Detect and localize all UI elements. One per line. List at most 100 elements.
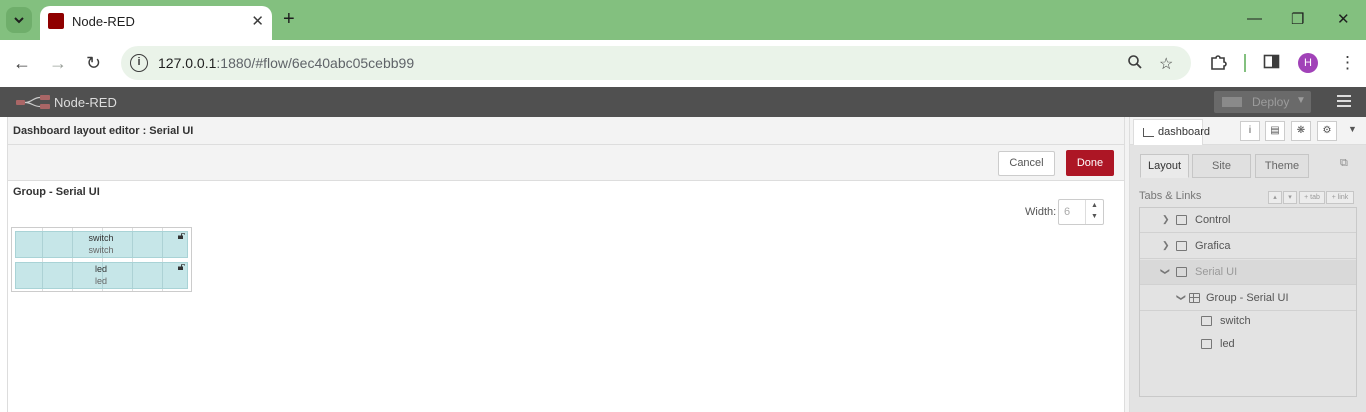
browser-tab-strip: Node-RED ✕ + — ❐ ✕	[0, 0, 1366, 40]
tab-close-icon[interactable]: ✕	[251, 12, 264, 30]
url-host: 127.0.0.1	[158, 55, 217, 71]
tabs-links-heading: Tabs & Links	[1139, 190, 1202, 202]
unlock-icon[interactable]	[178, 264, 185, 270]
image-icon	[1201, 339, 1212, 349]
profile-avatar[interactable]: H	[1298, 53, 1318, 73]
restore-button[interactable]: ❐	[1291, 10, 1304, 28]
new-tab-button[interactable]: +	[283, 9, 295, 29]
toolbar-separator	[1244, 54, 1246, 72]
tree-item-label: Grafica	[1195, 240, 1231, 252]
layout-grid: switch switch led led	[11, 227, 192, 292]
bookmark-star-icon[interactable]: ☆	[1159, 54, 1173, 74]
tab-dashboard-label: dashboard	[1158, 126, 1210, 138]
browser-tab[interactable]: Node-RED ✕	[40, 6, 272, 40]
tree-item-label: Serial UI	[1195, 266, 1238, 278]
tab-title: Node-RED	[72, 14, 135, 29]
tree-item-group[interactable]: ❯ Group - Serial UI	[1140, 286, 1356, 311]
sidebar-tab-bar: dashboard i ▤ ❋ ⚙ ▼	[1130, 117, 1366, 145]
tab-theme[interactable]: Theme	[1255, 154, 1309, 178]
done-button[interactable]: Done	[1066, 150, 1114, 176]
url-path: :1880/#flow/6ec40abc05cebb99	[216, 55, 415, 71]
minimize-button[interactable]: —	[1247, 10, 1262, 27]
tab-layout[interactable]: Layout	[1140, 154, 1189, 178]
tabs-tree: ❯ Control ❯ Grafica ❯ Serial UI ❯ Group …	[1139, 207, 1357, 397]
widget-led[interactable]: led led	[15, 262, 188, 289]
layout-editor: Dashboard layout editor : Serial UI Canc…	[7, 117, 1125, 412]
bar-chart-icon	[1143, 128, 1154, 137]
side-panel-glyph-icon	[1263, 54, 1280, 69]
magnifier-icon	[1128, 55, 1142, 69]
url-text[interactable]: 127.0.0.1:1880/#flow/6ec40abc05cebb99	[158, 55, 414, 71]
node-red-logo-icon	[16, 95, 50, 109]
width-label: Width:	[1025, 206, 1057, 218]
reload-icon[interactable]: ↻	[86, 53, 101, 73]
chevron-right-icon[interactable]: ❯	[1162, 240, 1170, 251]
widget-type: switch	[88, 245, 114, 255]
tab-site[interactable]: Site	[1192, 154, 1251, 178]
deploy-button[interactable]: Deploy ▼	[1214, 91, 1311, 113]
sidebar: dashboard i ▤ ❋ ⚙ ▼ Layout Site Theme ⧉ …	[1130, 117, 1366, 412]
add-tab-button[interactable]: + tab	[1299, 191, 1325, 204]
tab-search-button[interactable]	[6, 7, 32, 33]
external-link-icon[interactable]: ⧉	[1340, 157, 1352, 169]
chevron-right-icon[interactable]: ❯	[1162, 214, 1170, 225]
add-link-button[interactable]: + link	[1326, 191, 1354, 204]
width-stepper[interactable]: 6 ▲ ▼	[1058, 199, 1104, 225]
site-info-icon[interactable]: i	[130, 54, 148, 72]
tab-icon	[1176, 267, 1187, 277]
tree-item-label: Group - Serial UI	[1206, 292, 1289, 304]
tab-icon	[1176, 241, 1187, 251]
tab-icon	[1176, 215, 1187, 225]
puzzle-icon	[1211, 55, 1227, 70]
book-icon[interactable]: ▤	[1265, 121, 1285, 141]
tab-dashboard[interactable]: dashboard	[1133, 119, 1210, 145]
tree-item-widget-switch[interactable]: switch	[1140, 309, 1356, 334]
widget-name: led	[94, 264, 107, 274]
editor-title: Dashboard layout editor : Serial UI	[13, 125, 194, 137]
node-red-favicon-icon	[48, 13, 64, 29]
move-up-button[interactable]: ▴	[1268, 191, 1282, 204]
deploy-icon	[1222, 97, 1242, 107]
deploy-dropdown-icon[interactable]: ▼	[1296, 95, 1306, 106]
zoom-icon[interactable]	[1127, 54, 1143, 75]
width-value: 6	[1064, 206, 1071, 218]
tree-item-label: switch	[1220, 315, 1251, 327]
side-panel-icon[interactable]	[1263, 53, 1280, 75]
widget-type: led	[94, 276, 107, 286]
sidebar-menu-chevron-icon[interactable]: ▼	[1348, 124, 1357, 134]
browser-toolbar: ← → ↻ i 127.0.0.1:1880/#flow/6ec40abc05c…	[0, 40, 1366, 87]
main-menu-icon[interactable]	[1337, 95, 1351, 107]
tree-item-label: led	[1220, 338, 1235, 350]
forward-icon[interactable]: →	[49, 53, 67, 73]
chevron-down-icon[interactable]: ❯	[1175, 294, 1186, 302]
unlock-icon[interactable]	[178, 233, 185, 239]
bug-icon[interactable]: ❋	[1291, 121, 1311, 141]
gear-icon[interactable]: ⚙	[1317, 121, 1337, 141]
chevron-down-icon[interactable]: ❯	[1159, 268, 1170, 276]
group-title: Group - Serial UI	[13, 186, 100, 198]
widget-switch[interactable]: switch switch	[15, 231, 188, 258]
browser-menu-icon[interactable]: ⋮	[1339, 53, 1356, 73]
move-down-button[interactable]: ▾	[1283, 191, 1297, 204]
close-window-button[interactable]: ✕	[1337, 10, 1350, 28]
tree-item-serial-ui[interactable]: ❯ Serial UI	[1140, 260, 1356, 285]
widget-name: switch	[88, 233, 114, 243]
app-title: Node-RED	[54, 95, 117, 110]
deploy-label: Deploy	[1252, 95, 1290, 109]
editor-button-bar: Cancel Done	[8, 145, 1125, 181]
tree-item-widget-led[interactable]: led	[1140, 332, 1356, 357]
chevron-down-icon	[14, 17, 24, 24]
image-icon	[1201, 316, 1212, 326]
cancel-button[interactable]: Cancel	[998, 151, 1055, 176]
address-bar[interactable]: i 127.0.0.1:1880/#flow/6ec40abc05cebb99 …	[121, 46, 1191, 80]
tree-item-control[interactable]: ❯ Control	[1140, 208, 1356, 233]
info-icon[interactable]: i	[1240, 121, 1260, 141]
tree-item-grafica[interactable]: ❯ Grafica	[1140, 234, 1356, 259]
back-icon[interactable]: ←	[13, 53, 31, 73]
dashboard-panel: Layout Site Theme ⧉ Tabs & Links ▴ ▾ + t…	[1130, 145, 1366, 412]
tree-item-label: Control	[1195, 214, 1231, 226]
group-table-icon	[1189, 293, 1200, 303]
width-spin-buttons[interactable]: ▲ ▼	[1085, 200, 1103, 224]
editor-title-bar: Dashboard layout editor : Serial UI	[8, 117, 1125, 145]
extensions-icon[interactable]	[1209, 53, 1227, 76]
